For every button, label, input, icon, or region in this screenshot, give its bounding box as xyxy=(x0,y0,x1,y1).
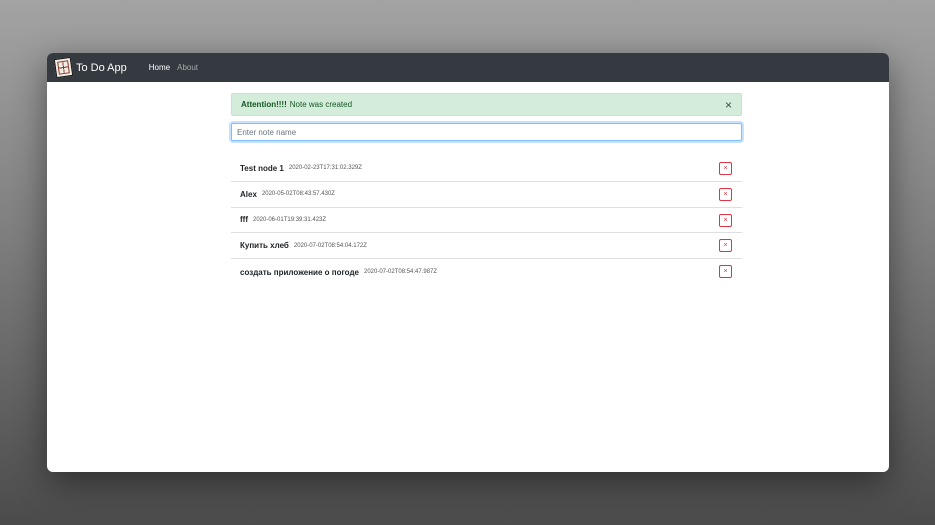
app-window: To Do App Home About Attention!!!! Note … xyxy=(47,53,889,472)
note-date: 2020-07-02T08:54:47.987Z xyxy=(364,269,438,276)
note-title: fff xyxy=(240,215,248,225)
note-name-input[interactable] xyxy=(231,123,742,141)
alert-strong-text: Attention!!!! xyxy=(241,100,287,109)
note-title: Купить хлеб xyxy=(240,241,289,251)
brand-title: To Do App xyxy=(76,61,127,74)
delete-note-button[interactable]: × xyxy=(719,265,732,279)
nav-link-about[interactable]: About xyxy=(177,63,198,72)
success-alert: Attention!!!! Note was created × xyxy=(231,93,742,116)
nav-link-home[interactable]: Home xyxy=(149,63,170,72)
brand[interactable]: To Do App xyxy=(53,56,127,79)
note-title: создать приложение о погоде xyxy=(240,267,359,277)
delete-note-button[interactable]: × xyxy=(719,239,732,253)
note-item: создать приложение о погоде 2020-07-02T0… xyxy=(231,259,742,285)
note-item: Alex 2020-05-02T08:43:57.430Z × xyxy=(231,182,742,208)
note-item: Купить хлеб 2020-07-02T08:54:04.172Z × xyxy=(231,233,742,260)
note-list: Test node 1 2020-02-23T17:31:02.329Z × A… xyxy=(231,156,742,285)
delete-note-button[interactable]: × xyxy=(719,213,732,227)
note-date: 2020-06-01T19:39:31.423Z xyxy=(253,216,327,223)
close-icon[interactable]: × xyxy=(725,99,732,111)
delete-note-button[interactable]: × xyxy=(719,162,732,175)
note-title: Alex xyxy=(240,189,257,199)
navbar: To Do App Home About xyxy=(47,53,889,82)
note-date: 2020-02-23T17:31:02.329Z xyxy=(288,165,362,172)
note-item: Test node 1 2020-02-23T17:31:02.329Z × xyxy=(231,156,742,182)
main-content: Attention!!!! Note was created × Test no… xyxy=(47,82,889,472)
note-item: fff 2020-06-01T19:39:31.423Z × xyxy=(231,208,742,234)
note-date: 2020-07-02T08:54:04.172Z xyxy=(293,242,367,249)
window-logo-icon xyxy=(53,56,74,79)
note-title: Test node 1 xyxy=(240,163,284,173)
delete-note-button[interactable]: × xyxy=(719,187,732,201)
alert-message: Note was created xyxy=(289,100,353,109)
note-date: 2020-05-02T08:43:57.430Z xyxy=(261,191,335,198)
